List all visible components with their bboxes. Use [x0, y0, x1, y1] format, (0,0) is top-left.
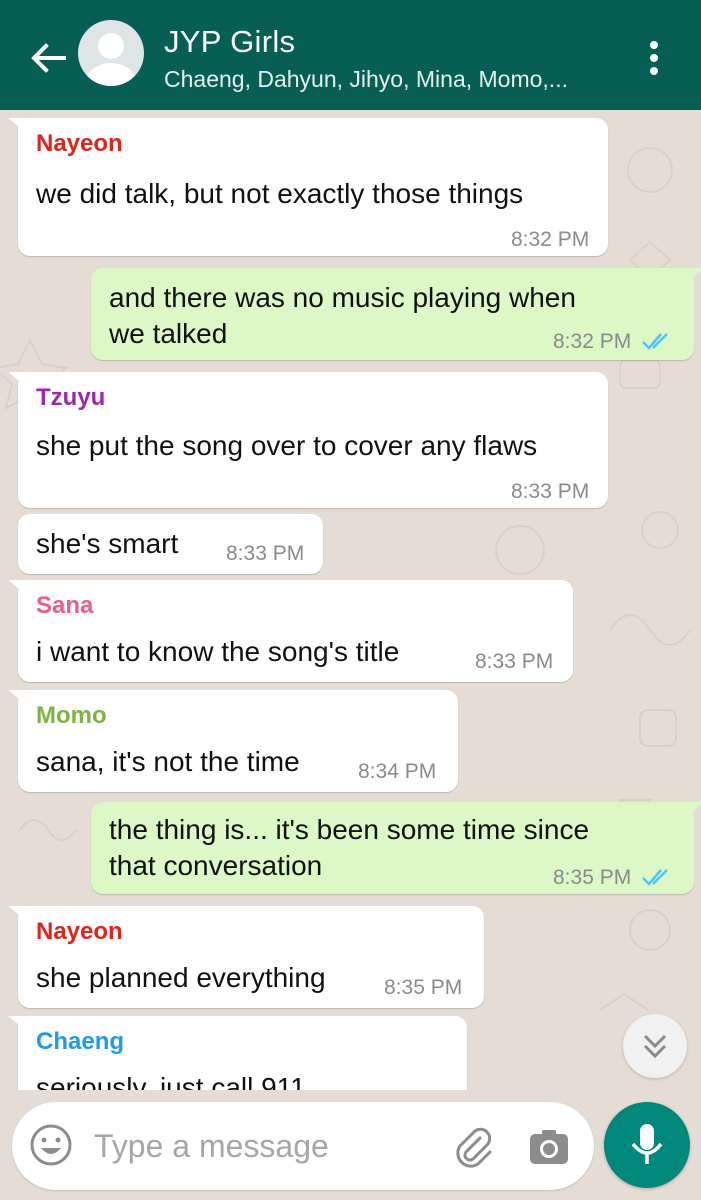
sender-name[interactable]: Sana	[36, 592, 93, 620]
sender-name[interactable]: Tzuyu	[36, 384, 105, 412]
camera-icon	[530, 1130, 568, 1164]
camera-button[interactable]	[526, 1124, 572, 1170]
chat-participants[interactable]: Chaeng, Dahyun, Jihyo, Mina, Momo,...	[164, 66, 568, 93]
chat-messages[interactable]: Nayeon we did talk, but not exactly thos…	[0, 110, 701, 1090]
message-input[interactable]	[94, 1120, 434, 1172]
incoming-message[interactable]: Nayeon we did talk, but not exactly thos…	[8, 118, 608, 256]
message-time: 8:33 PM	[226, 542, 305, 565]
bubble-tail	[8, 580, 28, 596]
read-ticks-icon	[642, 869, 668, 886]
double-chevron-down-icon	[643, 1034, 667, 1059]
incoming-message[interactable]: she's smart 8:33 PM	[18, 514, 323, 574]
emoji-icon	[30, 1124, 72, 1166]
message-text: she put the song over to cover any flaws	[36, 430, 538, 461]
message-time: 8:35 PM	[553, 866, 632, 889]
incoming-message[interactable]: Sana i want to know the song's title 8:3…	[8, 580, 573, 682]
message-text: she planned everything	[36, 962, 326, 993]
message-time: 8:33 PM	[511, 480, 590, 503]
chat-header: JYP Girls Chaeng, Dahyun, Jihyo, Mina, M…	[0, 0, 701, 110]
emoji-button[interactable]	[28, 1122, 74, 1168]
bubble-tail	[684, 268, 701, 284]
bubble-tail	[8, 372, 28, 388]
mic-icon	[631, 1124, 663, 1164]
scroll-to-bottom-button[interactable]	[623, 1014, 687, 1078]
sender-name[interactable]: Momo	[36, 702, 107, 730]
sender-name[interactable]: Chaeng	[36, 1028, 124, 1056]
outgoing-message[interactable]: the thing is... it's been some time sinc…	[91, 802, 701, 894]
message-text: i want to know the song's title	[36, 636, 400, 667]
message-composer	[12, 1102, 594, 1190]
message-text: seriously, just call 911	[36, 1072, 306, 1090]
message-text: she's smart	[36, 528, 179, 559]
sender-name[interactable]: Nayeon	[36, 918, 123, 946]
incoming-message[interactable]: Nayeon she planned everything 8:35 PM	[8, 906, 484, 1008]
bubble-tail	[8, 690, 28, 706]
message-text-line: that conversation	[109, 850, 323, 881]
message-text-line: and there was no music playing when	[109, 282, 576, 313]
bubble-tail	[8, 906, 28, 922]
message-time: 8:33 PM	[475, 650, 554, 673]
paperclip-icon	[456, 1127, 492, 1168]
incoming-message[interactable]: Tzuyu she put the song over to cover any…	[8, 372, 608, 508]
message-text: we did talk, but not exactly those thing…	[36, 178, 524, 209]
message-time: 8:32 PM	[511, 228, 590, 251]
bubble-tail	[8, 118, 28, 134]
bubble-tail	[8, 1016, 28, 1032]
more-vertical-icon	[650, 41, 658, 75]
message-text-line: we talked	[109, 318, 228, 349]
group-avatar[interactable]	[78, 20, 144, 86]
bubble-tail	[684, 802, 701, 818]
default-group-avatar-icon	[86, 33, 136, 86]
attach-button[interactable]	[450, 1124, 496, 1170]
message-time: 8:35 PM	[384, 976, 463, 999]
voice-message-button[interactable]	[604, 1102, 690, 1188]
back-button[interactable]	[26, 36, 70, 80]
more-options-button[interactable]	[636, 36, 672, 80]
read-ticks-icon	[642, 333, 668, 350]
message-time: 8:34 PM	[358, 760, 437, 783]
outgoing-message[interactable]: and there was no music playing when we t…	[91, 268, 701, 360]
incoming-message[interactable]: Momo sana, it's not the time 8:34 PM	[8, 690, 458, 792]
sender-name[interactable]: Nayeon	[36, 130, 123, 158]
incoming-message[interactable]: Chaeng seriously, just call 911	[8, 1016, 467, 1090]
arrow-back-icon	[31, 43, 66, 73]
message-text: sana, it's not the time	[36, 746, 300, 777]
message-text-line: the thing is... it's been some time sinc…	[109, 814, 590, 845]
chat-title[interactable]: JYP Girls	[164, 24, 295, 60]
message-time: 8:32 PM	[553, 330, 632, 353]
